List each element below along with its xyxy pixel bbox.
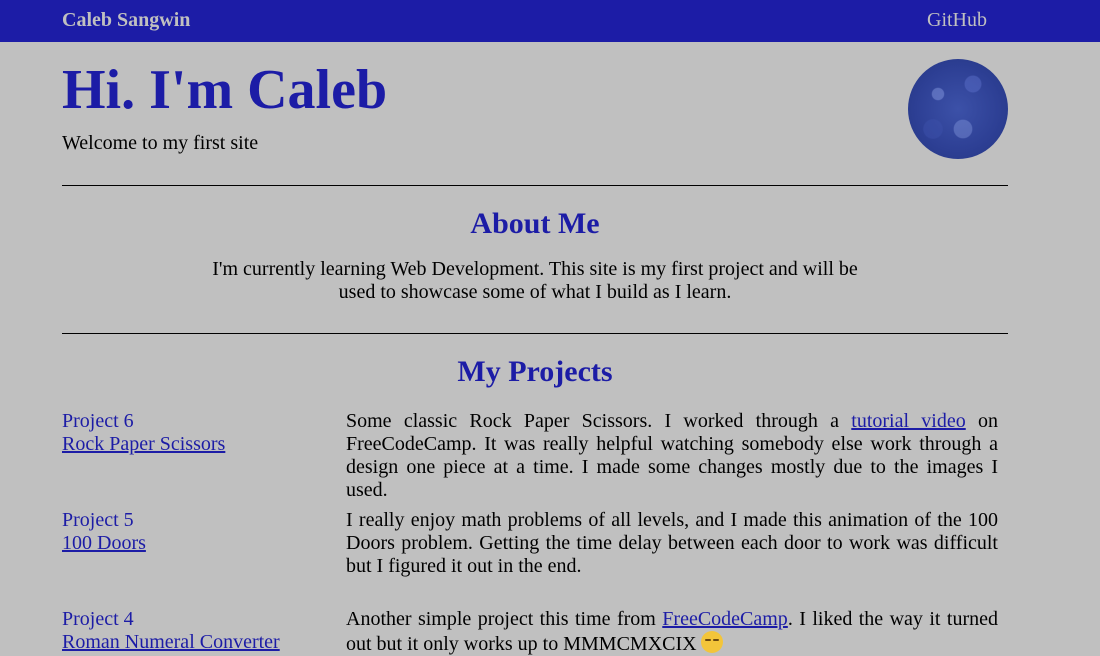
tutorial-video-link[interactable]: tutorial video [851, 410, 965, 432]
about-text: I'm currently learning Web Development. … [212, 258, 858, 303]
page-subtitle: Welcome to my first site [62, 132, 259, 154]
freecodecamp-link[interactable]: FreeCodeCamp [662, 608, 788, 630]
page-title: Hi. I'm Caleb [62, 59, 388, 121]
project-link-roman-numeral-converter[interactable]: Roman Numeral Converter [62, 631, 280, 654]
projects-title: My Projects [457, 355, 613, 388]
project-description: Another simple project this time from Fr… [346, 608, 998, 656]
top-navbar: Caleb Sangwin GitHub [0, 0, 1100, 42]
avatar [908, 59, 1008, 159]
project-link-100-doors[interactable]: 100 Doors [62, 532, 146, 555]
project-number: Project 5 [62, 509, 134, 531]
project-number: Project 4 [62, 608, 134, 630]
project-description: I really enjoy math problems of all leve… [346, 509, 998, 577]
divider [62, 333, 1008, 334]
divider [62, 185, 1008, 186]
project-description: Some classic Rock Paper Scissors. I work… [346, 410, 998, 502]
project-desc-text: Some classic Rock Paper Scissors. I work… [346, 410, 852, 432]
brand-link[interactable]: Caleb Sangwin [62, 9, 190, 32]
github-link[interactable]: GitHub [927, 9, 987, 32]
project-number: Project 6 [62, 410, 134, 432]
project-link-rock-paper-scissors[interactable]: Rock Paper Scissors [62, 433, 225, 456]
about-title: About Me [470, 207, 600, 240]
project-desc-text: Another simple project this time from [346, 608, 663, 630]
